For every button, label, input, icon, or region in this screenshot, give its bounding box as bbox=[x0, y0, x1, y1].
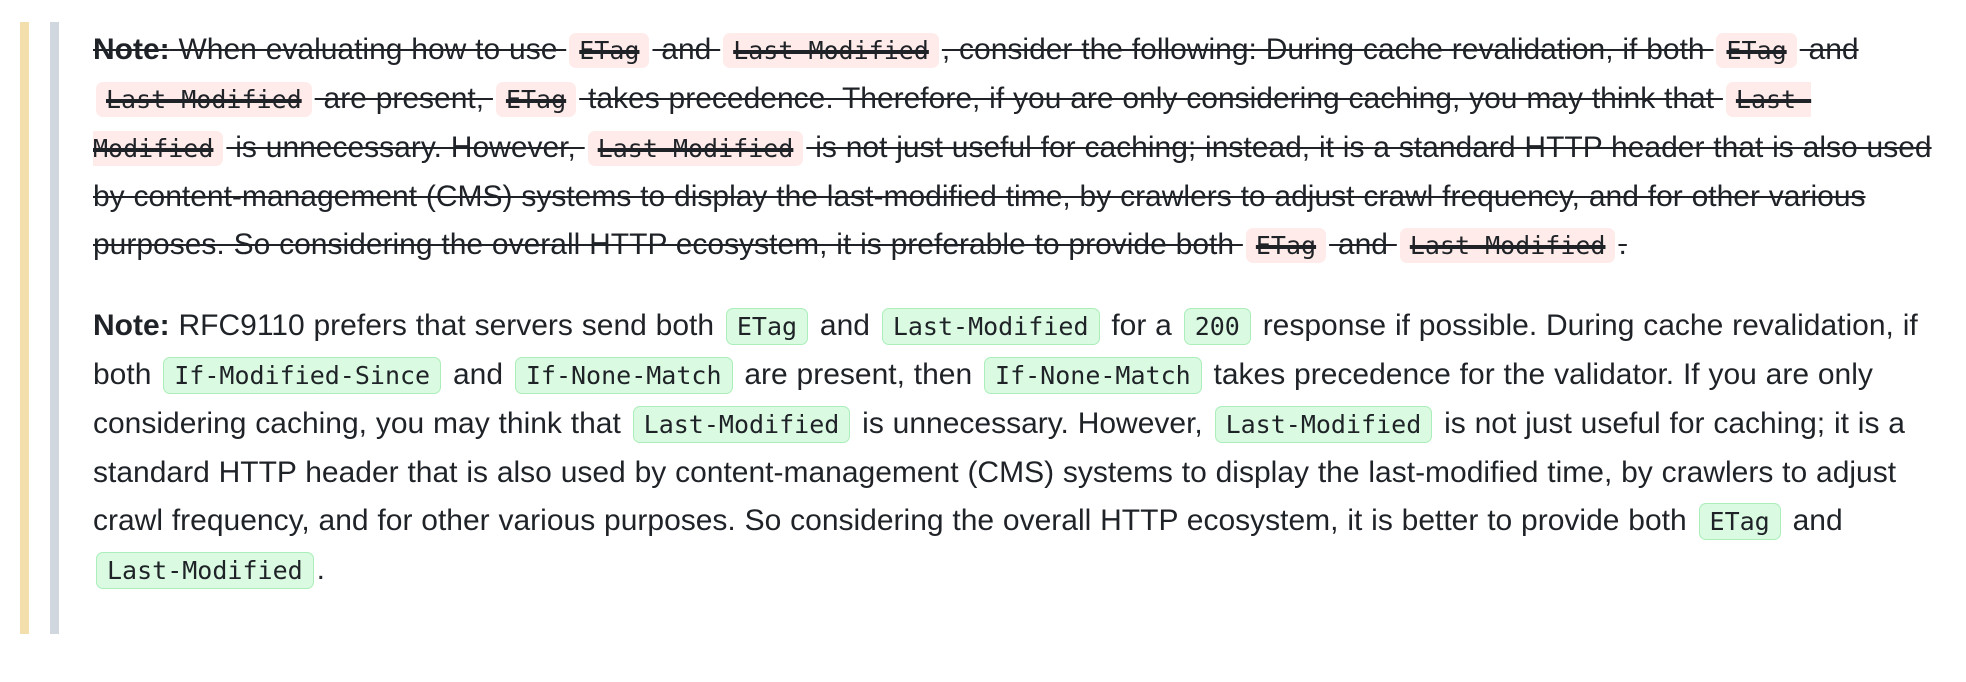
note-text: takes precedence. Therefore, if you are … bbox=[579, 82, 1723, 115]
added-note-paragraph: Note: RFC9110 prefers that servers send … bbox=[93, 302, 1938, 595]
note-text: are present, then bbox=[735, 358, 982, 391]
removed-note-paragraph: Note: When evaluating how to use ETag an… bbox=[93, 26, 1938, 270]
inline-code: If-Modified-Since bbox=[163, 357, 442, 394]
note-text: RFC9110 prefers that servers send both bbox=[169, 309, 723, 342]
note-label: Note: bbox=[93, 309, 170, 342]
note-text: are present, bbox=[314, 82, 493, 115]
inline-code: ETag bbox=[1698, 503, 1781, 540]
inline-code: Last-Modified bbox=[96, 552, 314, 589]
inline-code: ETag bbox=[1716, 33, 1797, 68]
inline-code: Last-Modified bbox=[587, 131, 804, 166]
diff-gutter-marker bbox=[20, 22, 29, 634]
inline-code: Last-Modified bbox=[881, 308, 1100, 345]
inline-code: Last-Modified bbox=[1399, 228, 1616, 263]
note-text: . bbox=[1618, 228, 1627, 261]
note-text: and bbox=[811, 309, 879, 342]
note-text: and bbox=[1783, 504, 1843, 537]
note-text: for a bbox=[1102, 309, 1181, 342]
note-text: When evaluating how to use bbox=[169, 33, 567, 66]
note-text: . bbox=[316, 553, 326, 586]
diff-content: Note: When evaluating how to use ETag an… bbox=[93, 26, 1938, 627]
inline-code: ETag bbox=[725, 308, 809, 345]
inline-code: ETag bbox=[1245, 228, 1327, 263]
note-text: is unnecessary. However, bbox=[226, 131, 585, 164]
note-text: , consider the following: During cache r… bbox=[941, 33, 1714, 66]
inline-code: Last-Modified bbox=[1214, 406, 1433, 443]
inline-code: ETag bbox=[569, 33, 650, 68]
inline-code: If-None-Match bbox=[984, 357, 1202, 394]
note-text: and bbox=[444, 358, 512, 391]
inline-code: ETag bbox=[495, 82, 577, 117]
note-text: and bbox=[1329, 228, 1397, 261]
blockquote-border bbox=[50, 22, 59, 634]
inline-code: Last-Modified bbox=[632, 406, 851, 443]
note-text: and bbox=[652, 33, 721, 66]
inline-code: 200 bbox=[1183, 308, 1251, 345]
inline-code: If-None-Match bbox=[514, 357, 733, 394]
note-label: Note: bbox=[93, 33, 170, 66]
note-text: is unnecessary. However, bbox=[853, 407, 1212, 440]
note-text: and bbox=[1799, 33, 1859, 66]
inline-code: Last-Modified bbox=[96, 82, 312, 117]
inline-code: Last-Modified bbox=[723, 33, 939, 68]
